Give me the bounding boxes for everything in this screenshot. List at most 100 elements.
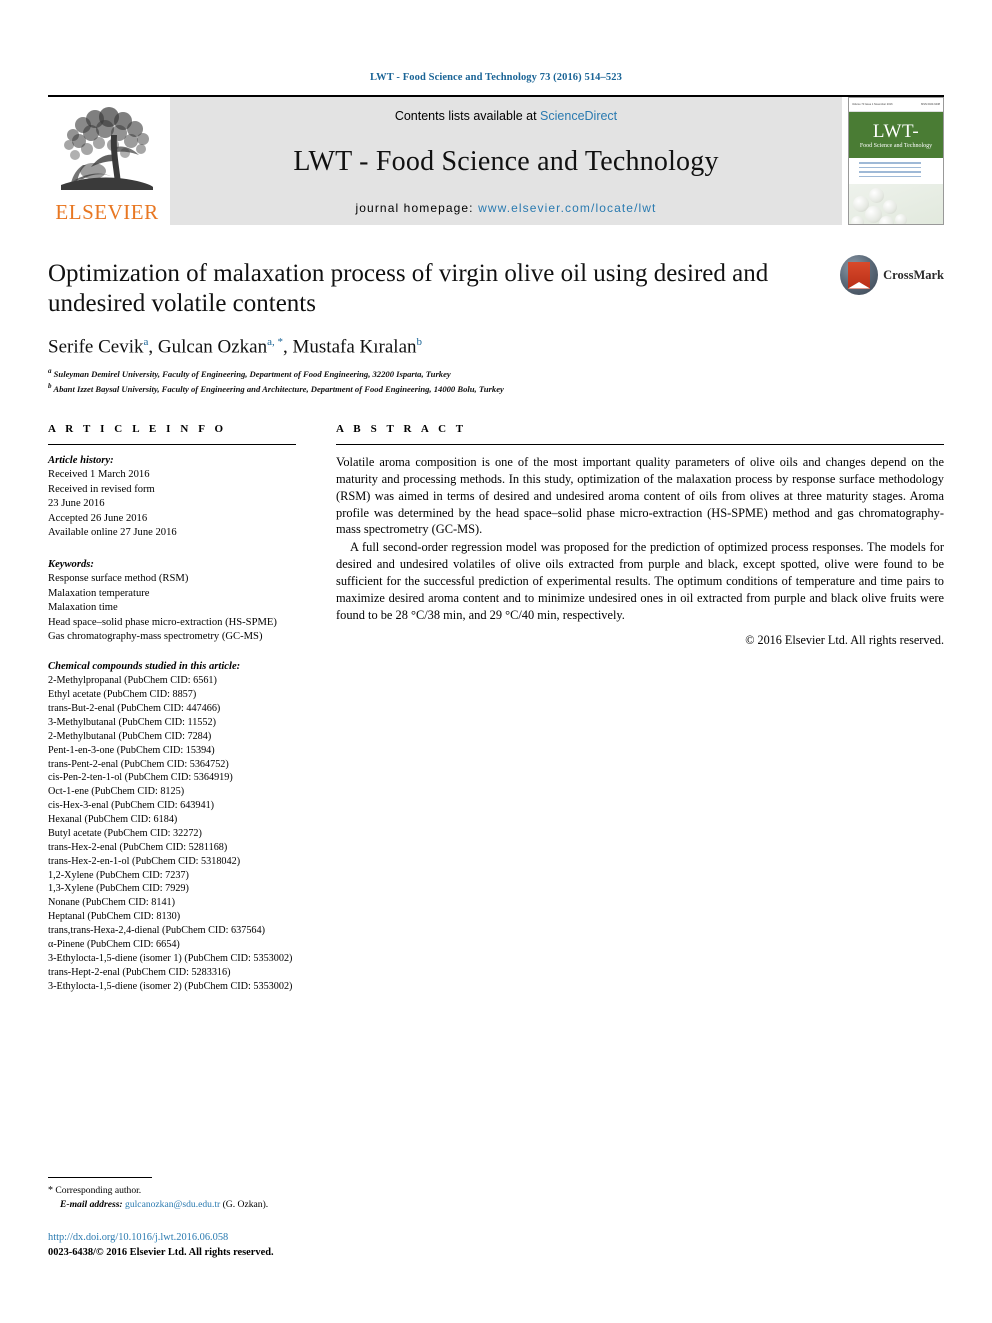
homepage-url-link[interactable]: www.elsevier.com/locate/lwt — [478, 201, 656, 215]
email-link[interactable]: gulcanozkan@sdu.edu.tr — [125, 1199, 220, 1210]
article-history-block: Article history: Received 1 March 2016 R… — [48, 454, 296, 541]
cover-placeholder-lines — [859, 162, 921, 180]
email-note: E-mail address: gulcanozkan@sdu.edu.tr (… — [48, 1198, 468, 1212]
homepage-label: journal homepage: — [355, 201, 479, 215]
compound-item: 1,2-Xylene (PubChem CID: 7237) — [48, 869, 189, 881]
compound-item: trans-Hept-2-enal (PubChem CID: 5283316) — [48, 966, 231, 978]
journal-homepage-line: journal homepage: www.elsevier.com/locat… — [356, 201, 657, 215]
journal-header: ELSEVIER Contents lists available at Sci… — [48, 95, 944, 225]
abstract-paragraph: Volatile aroma composition is one of the… — [336, 454, 944, 537]
keyword-item: Malaxation temperature — [48, 587, 150, 599]
journal-banner: Contents lists available at ScienceDirec… — [170, 97, 842, 225]
history-item: Received 1 March 2016 — [48, 469, 150, 481]
cover-mid-strip — [849, 158, 943, 184]
keywords-block: Keywords: Response surface method (RSM) … — [48, 558, 296, 645]
article-info-column: A R T I C L E I N F O Article history: R… — [48, 423, 296, 994]
compound-item: Heptanal (PubChem CID: 8130) — [48, 911, 181, 923]
elsevier-logo: ELSEVIER — [48, 97, 166, 225]
compound-item: trans-But-2-enal (PubChem CID: 447466) — [48, 703, 221, 715]
compound-item: trans,trans-Hexa-2,4-dienal (PubChem CID… — [48, 925, 266, 937]
email-owner: (G. Ozkan). — [222, 1199, 269, 1211]
doi-link[interactable]: http://dx.doi.org/10.1016/j.lwt.2016.06.… — [48, 1230, 468, 1246]
compound-item: cis-Pen-2-ten-1-ol (PubChem CID: 5364919… — [48, 772, 233, 784]
page-title: Optimization of malaxation process of vi… — [48, 260, 769, 317]
compound-item: 3-Ethylocta-1,5-diene (isomer 2) (PubChe… — [48, 980, 293, 992]
corresponding-author-note: * Corresponding author. — [48, 1183, 468, 1198]
doi-block: http://dx.doi.org/10.1016/j.lwt.2016.06.… — [48, 1230, 468, 1261]
running-head: LWT - Food Science and Technology 73 (20… — [370, 72, 622, 83]
compound-item: Oct-1-ene (PubChem CID: 8125) — [48, 786, 185, 798]
affiliation-text: Suleyman Demirel University, Faculty of … — [53, 369, 451, 380]
affiliation-text: Abant Izzet Baysal University, Faculty o… — [53, 383, 504, 394]
abstract-column: A B S T R A C T Volatile aroma compositi… — [336, 423, 944, 994]
page-footer: * Corresponding author. E-mail address: … — [48, 1177, 468, 1261]
cover-issn-text: ISSN 0023-6438 — [920, 103, 940, 106]
compound-item: trans-Hex-2-en-1-ol (PubChem CID: 531804… — [48, 855, 241, 867]
article-history-label: Article history: — [48, 454, 114, 466]
compound-item: Nonane (PubChem CID: 8141) — [48, 897, 176, 909]
author-affil-marker: b — [416, 336, 423, 348]
keyword-item: Gas chromatography-mass spectrometry (GC… — [48, 631, 263, 643]
abstract-heading: A B S T R A C T — [336, 422, 467, 435]
content-columns: A R T I C L E I N F O Article history: R… — [48, 423, 944, 994]
cover-title-band: LWT- Food Science and Technology — [849, 112, 943, 158]
issn-copyright-line: 0023-6438/© 2016 Elsevier Ltd. All right… — [48, 1247, 274, 1259]
compound-item: cis-Hex-3-enal (PubChem CID: 643941) — [48, 800, 215, 812]
author-name: Serife Cevik — [48, 336, 144, 358]
history-item: 23 June 2016 — [48, 498, 105, 510]
compound-item: Ethyl acetate (PubChem CID: 8857) — [48, 689, 197, 701]
paper-page: LWT - Food Science and Technology 73 (20… — [0, 0, 992, 1323]
keyword-item: Response surface method (RSM) — [48, 573, 189, 585]
copyright-line: © 2016 Elsevier Ltd. All rights reserved… — [745, 632, 944, 647]
chemical-compounds-label: Chemical compounds studied in this artic… — [48, 660, 241, 672]
crossmark-label: CrossMark — [883, 267, 944, 282]
footnote-divider — [48, 1177, 152, 1178]
contents-prefix: Contents lists available at — [394, 109, 541, 123]
corresponding-author-text: Corresponding author. — [55, 1185, 142, 1196]
asterisk-icon: * — [48, 1185, 53, 1196]
article-info-heading: A R T I C L E I N F O — [48, 422, 227, 435]
cover-subtitle: Food Science and Technology — [859, 142, 933, 149]
compound-item: trans-Pent-2-enal (PubChem CID: 5364752) — [48, 758, 229, 770]
compound-item: 1,3-Xylene (PubChem CID: 7929) — [48, 883, 189, 895]
cover-photo — [849, 184, 943, 224]
keyword-item: Head space–solid phase micro-extraction … — [48, 616, 277, 628]
journal-title: LWT - Food Science and Technology — [293, 146, 719, 177]
chemical-compounds-block: Chemical compounds studied in this artic… — [48, 660, 296, 994]
elsevier-wordmark: ELSEVIER — [55, 200, 159, 224]
compound-item: Hexanal (PubChem CID: 6184) — [48, 814, 178, 826]
compound-item: 2-Methylbutanal (PubChem CID: 7284) — [48, 730, 212, 742]
sciencedirect-link[interactable]: ScienceDirect — [540, 109, 617, 123]
compound-item: 3-Ethylocta-1,5-diene (isomer 1) (PubChe… — [48, 952, 293, 964]
keywords-label: Keywords: — [48, 558, 94, 570]
abstract-divider — [336, 443, 944, 445]
history-item: Received in revised form — [48, 483, 155, 495]
affiliation-list: a Suleyman Demirel University, Faculty o… — [48, 366, 944, 395]
history-item: Available online 27 June 2016 — [48, 527, 177, 539]
cover-title: LWT- — [872, 120, 920, 142]
abstract-paragraph: A full second-order regression model was… — [336, 540, 944, 622]
affiliation-item: b Abant Izzet Baysal University, Faculty… — [48, 381, 944, 395]
cover-volume-text: Volume 73 Issue 1 November 2016 — [852, 103, 893, 106]
contents-list-line: Contents lists available at ScienceDirec… — [395, 109, 617, 123]
journal-cover-thumbnail[interactable]: Volume 73 Issue 1 November 2016 ISSN 002… — [848, 97, 944, 225]
history-item: Accepted 26 June 2016 — [48, 512, 148, 524]
title-block: CrossMark Optimization of malaxation pro… — [48, 255, 944, 395]
article-info-divider — [48, 443, 296, 445]
compound-item: 2-Methylpropanal (PubChem CID: 6561) — [48, 675, 217, 687]
compound-item: 3-Methylbutanal (PubChem CID: 11552) — [48, 716, 216, 728]
author-affil-marker: a, * — [267, 336, 284, 348]
compound-item: trans-Hex-2-enal (PubChem CID: 5281168) — [48, 841, 228, 853]
affiliation-marker: b — [48, 381, 52, 390]
email-label: E-mail address: — [60, 1199, 123, 1211]
affiliation-marker: a — [48, 367, 52, 376]
compound-item: α-Pinene (PubChem CID: 6654) — [48, 938, 180, 950]
compound-item: Butyl acetate (PubChem CID: 32272) — [48, 827, 202, 839]
author-affil-marker: a — [143, 336, 149, 348]
keyword-item: Malaxation time — [48, 602, 118, 614]
abstract-body: Volatile aroma composition is one of the… — [336, 454, 944, 624]
affiliation-item: a Suleyman Demirel University, Faculty o… — [48, 366, 944, 380]
author-name: Gulcan Ozkan — [157, 336, 268, 358]
crossmark-badge[interactable]: CrossMark — [840, 255, 944, 295]
cover-top-strip: Volume 73 Issue 1 November 2016 ISSN 002… — [849, 98, 943, 112]
